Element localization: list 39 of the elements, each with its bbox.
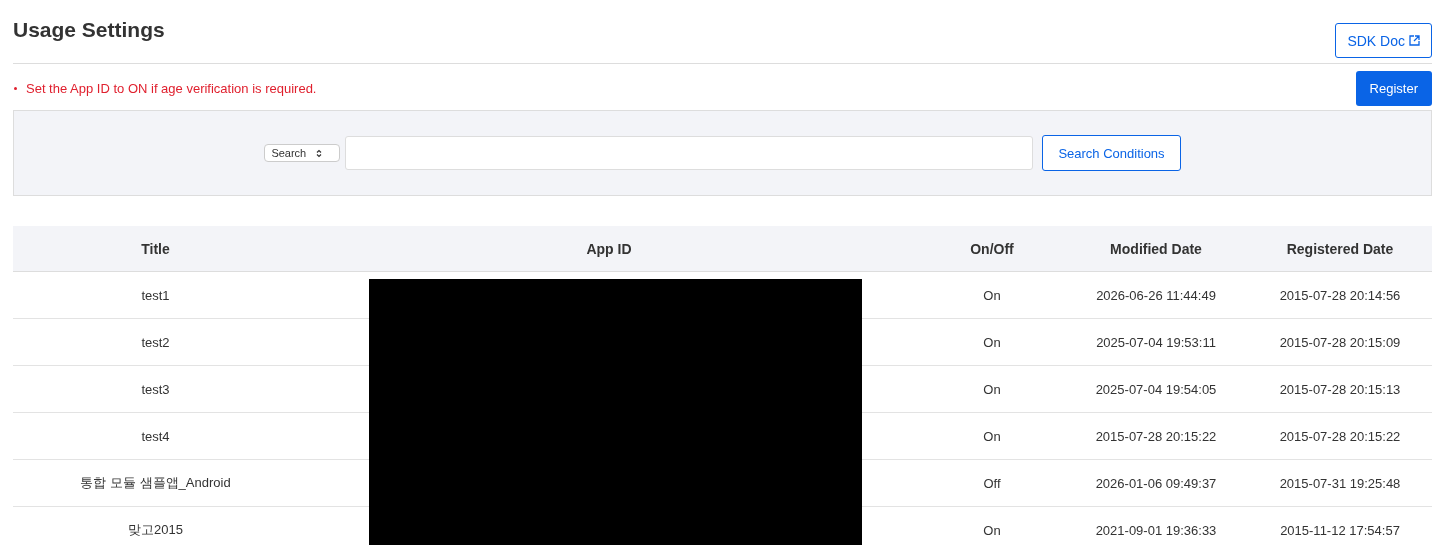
table-cell-text: 2026-06-26 11:44:49 — [1095, 287, 1217, 303]
column-header: Title — [140, 240, 171, 257]
table-cell-text: test4 — [140, 428, 171, 444]
table-cell-text: 2021-09-01 19:36:33 — [1094, 522, 1218, 538]
table-cell-text: 2015-07-28 20:14:56 — [1278, 287, 1402, 303]
table-cell-text: 2015-07-28 20:15:09 — [1278, 334, 1402, 350]
search-select[interactable]: Search — [264, 144, 341, 162]
register-button[interactable]: Register — [1355, 71, 1432, 106]
sdk-doc-button[interactable]: SDK Doc — [1335, 23, 1432, 58]
table-cell-text: 맞고2015 — [127, 521, 184, 539]
table-cell-text: test2 — [140, 334, 171, 350]
column-header: Modified Date — [1109, 240, 1203, 257]
table-cell-text: On — [982, 522, 1002, 538]
table-cell-text: 2015-07-31 19:25:48 — [1278, 475, 1402, 491]
table-cell-text: 2025-07-04 19:54:05 — [1094, 381, 1218, 397]
column-header: Registered Date — [1285, 240, 1395, 257]
table-cell-text: 2015-07-28 20:15:13 — [1278, 381, 1402, 397]
table-cell-text: 2025-07-04 19:53:11 — [1095, 334, 1217, 350]
table-cell-text: Off — [982, 475, 1002, 491]
table-cell-text: On — [982, 334, 1002, 350]
table-cell-text: On — [982, 287, 1002, 303]
bullet-icon — [14, 87, 17, 90]
external-link-icon — [1409, 35, 1420, 46]
table-cell-text: 2015-11-12 17:54:57 — [1279, 522, 1401, 538]
table-cell-text: 2026-01-06 09:49:37 — [1094, 475, 1218, 491]
table-cell-text: 통합 모듈 샘플앱_Android — [79, 474, 232, 492]
column-header: App ID — [585, 240, 633, 257]
chevron-updown-icon — [316, 148, 323, 158]
table-cell-text: On — [982, 428, 1002, 444]
page-title: Usage Settings — [13, 18, 165, 42]
table-cell-text: 2015-07-28 20:15:22 — [1094, 428, 1218, 444]
search-input[interactable] — [345, 136, 1034, 170]
search-conditions-button[interactable]: Search Conditions — [1042, 135, 1181, 171]
table-cell-text: test3 — [140, 381, 171, 397]
notice-text: Set the App ID to ON if age verification is required. — [26, 81, 317, 96]
table-cell-text: 2015-07-28 20:15:22 — [1278, 428, 1402, 444]
table-cell-text: On — [982, 381, 1002, 397]
column-header: On/Off — [969, 240, 1015, 257]
table-cell-text: test1 — [140, 287, 171, 303]
